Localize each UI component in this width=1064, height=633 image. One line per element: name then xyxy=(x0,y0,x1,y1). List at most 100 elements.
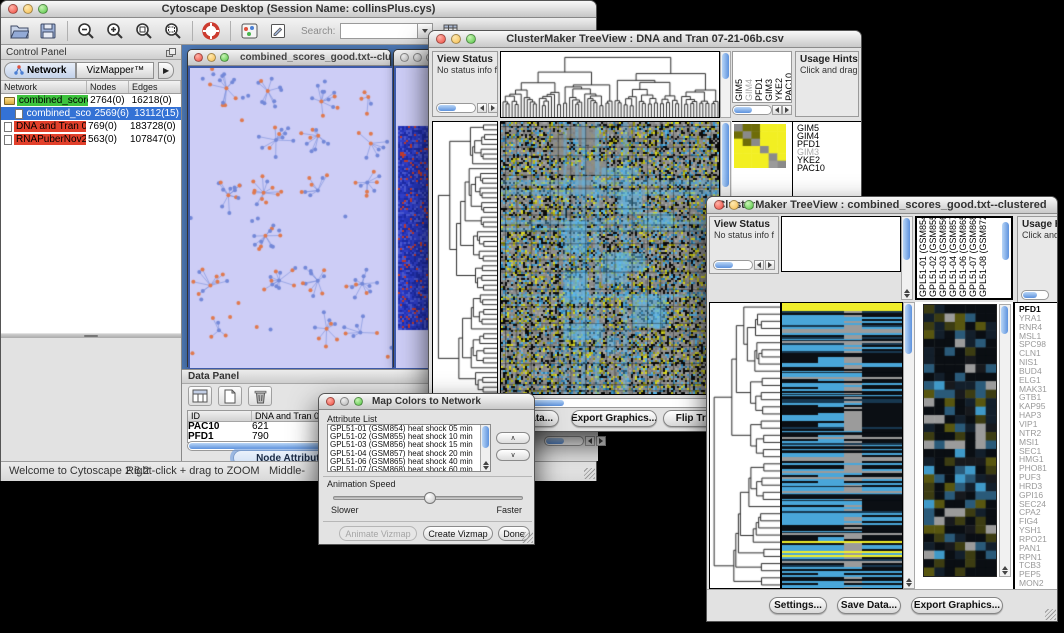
attribute-list-item[interactable]: GPL51-07 (GSM868) heat shock 60 min xyxy=(328,466,490,472)
network-table-header[interactable]: Network Nodes Edges xyxy=(1,81,181,94)
gene-label[interactable]: HAP3 xyxy=(1019,411,1057,420)
summary-scrollbar[interactable] xyxy=(732,105,792,115)
tab-overflow-button[interactable]: ▶ xyxy=(158,62,174,79)
column-label[interactable]: GIM3 xyxy=(765,79,774,101)
slider-thumb[interactable] xyxy=(424,492,436,504)
treeview-combined-titlebar[interactable]: ClusterMaker TreeView : combined_scores_… xyxy=(707,197,1057,214)
minimize-icon[interactable] xyxy=(340,397,349,406)
gene-label[interactable]: RPO21 xyxy=(1019,535,1057,544)
column-label[interactable]: GPL51-02 (GSM855) xyxy=(929,216,938,297)
view-status-scrollbar[interactable] xyxy=(713,260,775,270)
scroll-down-arrow-icon[interactable] xyxy=(906,583,912,587)
gene-label[interactable]: NTR2 xyxy=(1019,429,1057,438)
close-icon[interactable] xyxy=(714,200,724,210)
gene-label[interactable]: SEC1 xyxy=(1019,447,1057,456)
gene-label[interactable]: MSI1 xyxy=(1019,438,1057,447)
gene-label[interactable]: GTB1 xyxy=(1019,393,1057,402)
gene-label[interactable]: MSL1 xyxy=(1019,332,1057,341)
gene-heatmap-canvas[interactable] xyxy=(923,304,997,577)
column-label[interactable]: GIM4 xyxy=(745,79,754,101)
export-graphics-button[interactable]: Export Graphics... xyxy=(911,597,1003,614)
scrollbar-thumb[interactable] xyxy=(482,426,489,448)
scroll-right-arrow-icon[interactable] xyxy=(596,436,606,446)
gene-label[interactable]: TCB3 xyxy=(1019,561,1057,570)
delete-attribute-icon[interactable] xyxy=(248,386,272,406)
minimize-icon[interactable] xyxy=(413,53,422,62)
heatmap-vscrollbar[interactable] xyxy=(903,302,915,589)
main-titlebar[interactable]: Cytoscape Desktop (Session Name: collins… xyxy=(1,1,596,18)
gene-label[interactable]: PEP5 xyxy=(1019,570,1057,579)
scroll-up-arrow-icon[interactable] xyxy=(483,461,489,465)
column-label[interactable]: GPL51-03 (GSM856) xyxy=(939,216,948,297)
scroll-right-arrow-icon[interactable] xyxy=(765,260,775,270)
close-icon[interactable] xyxy=(436,34,446,44)
animation-speed-slider[interactable] xyxy=(333,496,523,500)
column-tree-scrollbar[interactable] xyxy=(720,51,731,118)
scroll-left-arrow-icon[interactable] xyxy=(754,260,764,270)
column-label[interactable]: GIM5 xyxy=(735,79,744,101)
gene-vscrollbar[interactable] xyxy=(999,304,1011,577)
network-table-row[interactable]: combined_sco 2569(6) 13112(15) xyxy=(1,107,181,120)
gene-label[interactable]: YSH1 xyxy=(1019,526,1057,535)
scroll-left-arrow-icon[interactable] xyxy=(477,103,487,113)
row-dendrogram-canvas[interactable] xyxy=(709,302,781,589)
attribute-list[interactable]: GPL51-01 (GSM854) heat shock 05 min GPL5… xyxy=(327,424,491,472)
column-label[interactable]: GPL51-06 (GSM865) xyxy=(959,216,968,297)
zoom-window-icon[interactable] xyxy=(466,34,476,44)
expression-heatmap-canvas[interactable] xyxy=(781,302,903,589)
zoom-selected-icon[interactable] xyxy=(133,21,155,42)
view-status-scrollbar[interactable] xyxy=(436,103,498,113)
tab-network[interactable]: Network xyxy=(4,62,76,79)
scroll-up-arrow-icon[interactable] xyxy=(1002,566,1008,570)
minimize-icon[interactable] xyxy=(23,4,33,14)
gene-label[interactable]: PUF3 xyxy=(1019,473,1057,482)
gene-label[interactable]: VIP1 xyxy=(1019,420,1057,429)
move-up-button[interactable]: ∧ xyxy=(496,432,530,444)
gene-label[interactable]: CLN1 xyxy=(1019,349,1057,358)
gene-label[interactable]: MON2 xyxy=(1019,579,1057,588)
gene-label[interactable]: GPI16 xyxy=(1019,491,1057,500)
column-label[interactable]: GPL51-08 (GSM872) xyxy=(979,216,988,297)
close-icon[interactable] xyxy=(400,53,409,62)
settings-button[interactable]: Settings... xyxy=(769,597,827,614)
network-table-row[interactable]: RNAPuberNov2+ 563(0) 107847(0) xyxy=(1,133,181,146)
scrollbar-thumb[interactable] xyxy=(903,218,910,260)
save-session-icon[interactable] xyxy=(37,21,59,42)
gene-label[interactable]: SPC98 xyxy=(1019,340,1057,349)
tab-vizmapper[interactable]: VizMapper™ xyxy=(76,62,154,79)
zoom-window-icon[interactable] xyxy=(744,200,754,210)
scroll-left-arrow-icon[interactable] xyxy=(772,105,782,115)
column-dendrogram-canvas[interactable] xyxy=(500,51,720,118)
row-label[interactable]: PAC10 xyxy=(797,164,861,172)
scrollbar-thumb[interactable] xyxy=(722,53,729,79)
column-dendrogram-area[interactable] xyxy=(781,216,901,272)
close-icon[interactable] xyxy=(8,4,18,14)
minimize-icon[interactable] xyxy=(451,34,461,44)
gene-label[interactable]: ELG1 xyxy=(1019,376,1057,385)
minimize-icon[interactable] xyxy=(207,53,216,62)
save-data-button[interactable]: Save Data... xyxy=(837,597,901,614)
birdseye-view-canvas[interactable] xyxy=(1,338,181,461)
zoom-fit-icon[interactable] xyxy=(162,21,184,42)
vizmapper-icon[interactable] xyxy=(238,21,260,42)
network-graph-canvas[interactable] xyxy=(188,66,394,369)
labels-scrollbar-thumb[interactable] xyxy=(1002,222,1009,260)
zoom-window-icon[interactable] xyxy=(38,4,48,14)
float-panel-icon[interactable] xyxy=(166,48,176,57)
network-table-row[interactable]: DNA and Tran 07 769(0) 183728(0) xyxy=(1,120,181,133)
usage-hints-scrollbar[interactable] xyxy=(1021,290,1049,300)
column-label[interactable]: GPL51-07 (GSM868) xyxy=(969,216,978,297)
row-dendrogram-canvas[interactable] xyxy=(432,121,498,395)
animate-vizmap-button[interactable]: Animate Vizmap xyxy=(339,526,417,541)
scroll-down-arrow-icon[interactable] xyxy=(483,466,489,470)
column-label[interactable]: GPL51-01 (GSM854) xyxy=(919,216,928,297)
resize-grip[interactable] xyxy=(1045,609,1056,620)
scrollbar-thumb[interactable] xyxy=(1001,306,1008,334)
gene-label[interactable]: HRD3 xyxy=(1019,482,1057,491)
attribute-list-scrollbar[interactable] xyxy=(480,425,490,471)
open-file-icon[interactable] xyxy=(8,21,30,42)
scroll-down-arrow-icon[interactable] xyxy=(1002,571,1008,575)
create-vizmap-button[interactable]: Create Vizmap xyxy=(423,526,493,541)
new-attribute-icon[interactable] xyxy=(218,386,242,406)
search-input[interactable] xyxy=(340,23,418,39)
